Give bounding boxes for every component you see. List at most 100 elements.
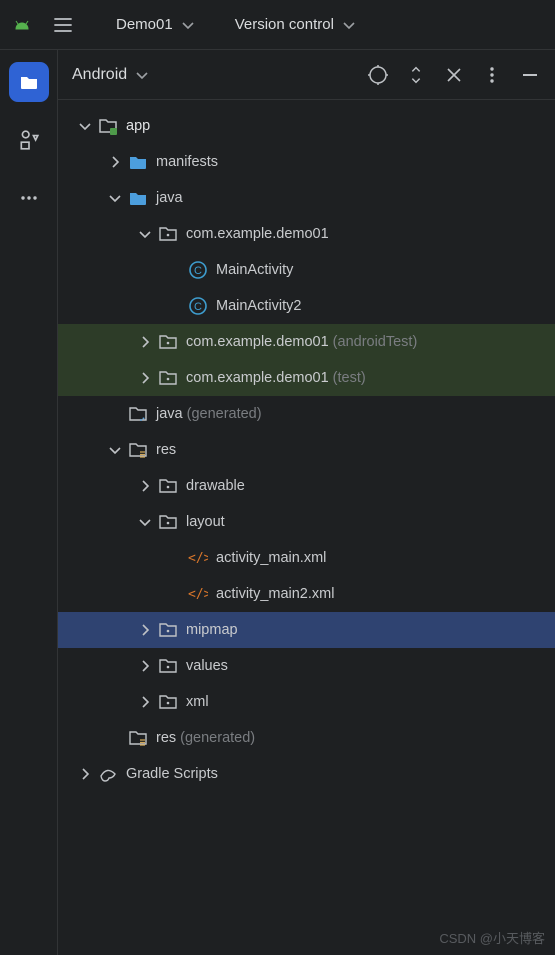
expand-icon[interactable] <box>136 693 154 711</box>
expand-icon[interactable] <box>136 369 154 387</box>
panel-options-button[interactable] <box>481 64 503 86</box>
node-res[interactable]: res <box>58 432 555 468</box>
project-selector[interactable]: Demo01 <box>110 12 201 37</box>
panel-actions <box>367 64 541 86</box>
indent <box>58 594 166 595</box>
pkg-icon <box>158 368 178 388</box>
tree-item-label: java <box>156 406 183 422</box>
node-java[interactable]: java <box>58 180 555 216</box>
tree-item-label: com.example.demo01 <box>186 334 329 350</box>
node-layout[interactable]: layout <box>58 504 555 540</box>
node-pkg-androidtest[interactable]: com.example.demo01 (androidTest) <box>58 324 555 360</box>
twisty-spacer <box>166 585 184 603</box>
collapse-icon[interactable] <box>106 189 124 207</box>
minimize-panel-button[interactable] <box>519 64 541 86</box>
vcs-selector-label: Version control <box>235 16 334 33</box>
indent <box>58 630 136 631</box>
expand-icon[interactable] <box>136 333 154 351</box>
close-panel-button[interactable] <box>443 64 465 86</box>
collapse-icon[interactable] <box>136 513 154 531</box>
structure-tool-button[interactable] <box>9 120 49 160</box>
node-mipmap[interactable]: mipmap <box>58 612 555 648</box>
indent <box>58 162 106 163</box>
gradle-icon <box>98 764 118 784</box>
folder-b-icon <box>128 152 148 172</box>
watermark: CSDN @小天博客 <box>439 928 545 947</box>
project-tree[interactable]: app manifests java com.example.demo01 MainAc… <box>58 100 555 955</box>
tree-item-label: MainActivity2 <box>216 298 301 314</box>
expand-icon[interactable] <box>106 153 124 171</box>
tree-item-label: res <box>156 730 176 746</box>
expand-collapse-button[interactable] <box>405 64 427 86</box>
node-drawable[interactable]: drawable <box>58 468 555 504</box>
tree-item-label: Gradle Scripts <box>126 766 218 782</box>
indent <box>58 738 106 739</box>
pkg-icon <box>158 512 178 532</box>
node-app[interactable]: app <box>58 108 555 144</box>
indent <box>58 306 166 307</box>
indent <box>58 198 106 199</box>
project-tool-button[interactable] <box>9 62 49 102</box>
xml-icon <box>188 548 208 568</box>
node-values[interactable]: values <box>58 648 555 684</box>
pkg-icon <box>158 332 178 352</box>
expand-icon[interactable] <box>136 657 154 675</box>
node-activity-main2[interactable]: activity_main2.xml <box>58 576 555 612</box>
twisty-spacer <box>106 729 124 747</box>
tree-item-suffix: (generated) <box>180 730 255 746</box>
panel-view-selector[interactable]: Android <box>72 66 149 84</box>
tree-item-suffix: (androidTest) <box>333 334 418 350</box>
chevron-down-icon <box>342 18 356 32</box>
vcs-selector[interactable]: Version control <box>229 12 362 37</box>
chevron-down-icon <box>181 18 195 32</box>
expand-icon[interactable] <box>76 765 94 783</box>
node-pkg-main[interactable]: com.example.demo01 <box>58 216 555 252</box>
panel-header: Android <box>58 50 555 100</box>
folder-b-icon <box>128 188 148 208</box>
node-java-generated[interactable]: java (generated) <box>58 396 555 432</box>
indent <box>58 126 76 127</box>
node-gradle-scripts[interactable]: Gradle Scripts <box>58 756 555 792</box>
indent <box>58 342 136 343</box>
class-icon <box>188 260 208 280</box>
folder-res-icon <box>128 728 148 748</box>
project-selector-label: Demo01 <box>116 16 173 33</box>
collapse-icon[interactable] <box>76 117 94 135</box>
main-menu-button[interactable] <box>48 10 78 40</box>
tree-item-label: res <box>156 442 176 458</box>
pkg-icon <box>158 692 178 712</box>
indent <box>58 234 136 235</box>
collapse-icon[interactable] <box>136 225 154 243</box>
select-opened-file-button[interactable] <box>367 64 389 86</box>
indent <box>58 270 166 271</box>
tree-item-suffix: (test) <box>333 370 366 386</box>
node-xml[interactable]: xml <box>58 684 555 720</box>
android-logo-icon <box>10 13 34 37</box>
node-res-generated[interactable]: res (generated) <box>58 720 555 756</box>
left-toolstrip <box>0 50 58 955</box>
node-mainactivity2[interactable]: MainActivity2 <box>58 288 555 324</box>
node-activity-main[interactable]: activity_main.xml <box>58 540 555 576</box>
tree-item-label: MainActivity <box>216 262 293 278</box>
indent <box>58 558 166 559</box>
expand-icon[interactable] <box>136 477 154 495</box>
project-panel: Android app manifests java com.example.demo… <box>58 50 555 955</box>
tree-item-label: manifests <box>156 154 218 170</box>
expand-icon[interactable] <box>136 621 154 639</box>
indent <box>58 486 136 487</box>
node-pkg-test[interactable]: com.example.demo01 (test) <box>58 360 555 396</box>
indent <box>58 774 76 775</box>
node-manifests[interactable]: manifests <box>58 144 555 180</box>
panel-title-label: Android <box>72 66 127 84</box>
menubar: Demo01 Version control <box>0 0 555 50</box>
pkg-icon <box>158 620 178 640</box>
collapse-icon[interactable] <box>106 441 124 459</box>
tree-item-label: com.example.demo01 <box>186 370 329 386</box>
tree-item-label: com.example.demo01 <box>186 226 329 242</box>
indent <box>58 702 136 703</box>
node-mainactivity[interactable]: MainActivity <box>58 252 555 288</box>
more-tools-button[interactable] <box>9 178 49 218</box>
tree-item-label: app <box>126 118 150 134</box>
tree-item-suffix: (generated) <box>187 406 262 422</box>
folder-res-icon <box>128 440 148 460</box>
